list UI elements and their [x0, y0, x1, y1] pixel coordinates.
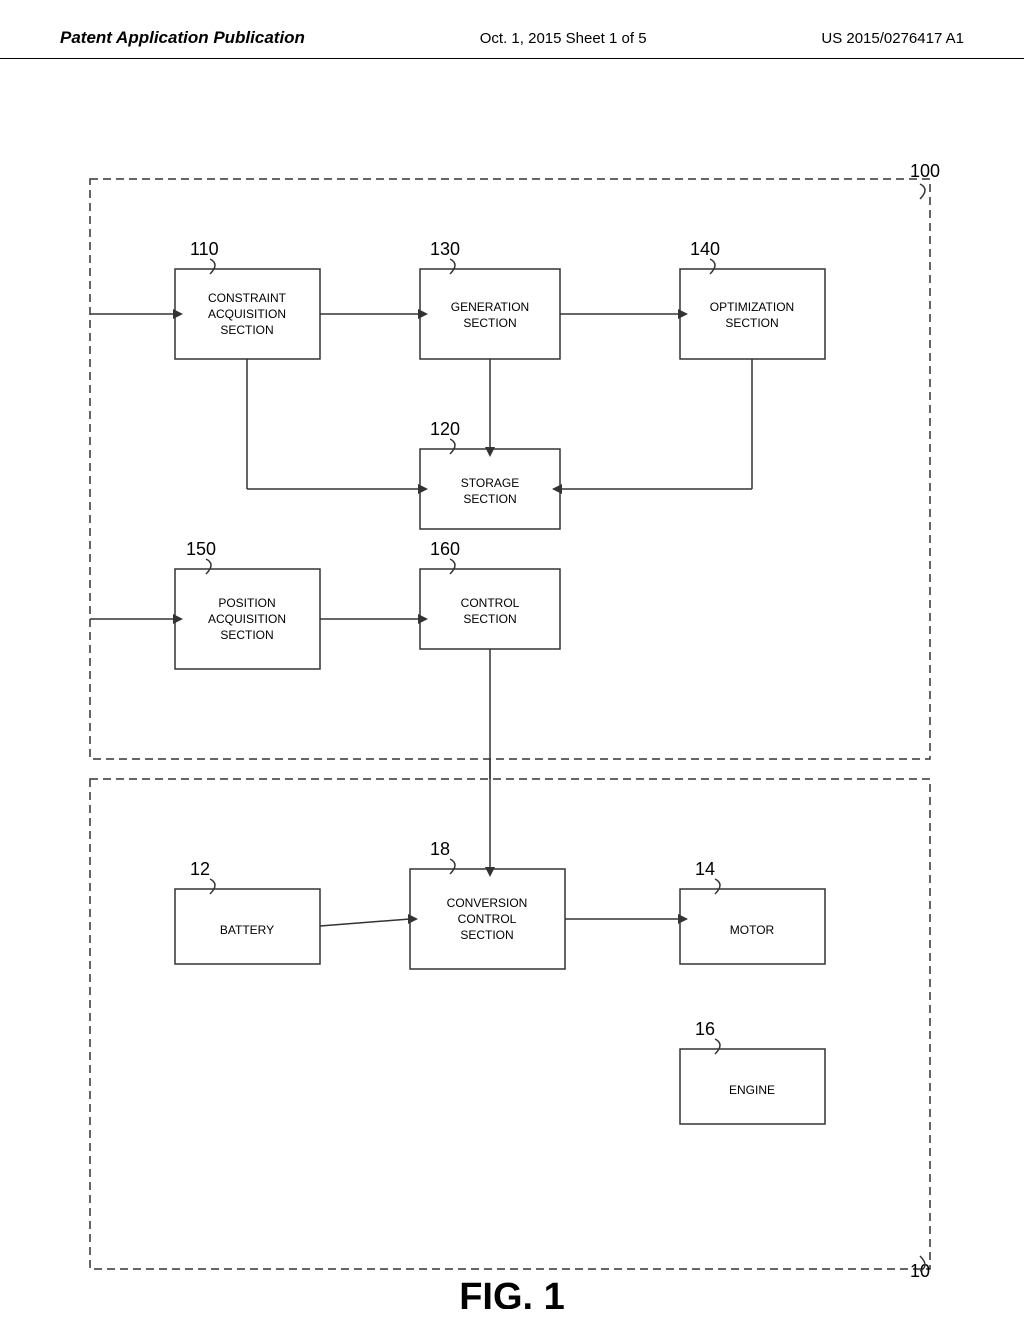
box-control-label: CONTROL [461, 596, 520, 610]
box-constraint-label: CONSTRAINT [208, 291, 287, 305]
diagram-area: 100 CONSTRAINT ACQUISITION SECTION 110 G… [0, 59, 1024, 1309]
svg-text:SECTION: SECTION [463, 316, 516, 330]
ref-120: 120 [430, 419, 460, 439]
svg-text:ACQUISITION: ACQUISITION [208, 307, 286, 321]
svg-text:SECTION: SECTION [220, 628, 273, 642]
ref-18: 18 [430, 839, 450, 859]
svg-text:SECTION: SECTION [460, 928, 513, 942]
box-generation-label: GENERATION [451, 300, 529, 314]
svg-text:SECTION: SECTION [725, 316, 778, 330]
ref-160: 160 [430, 539, 460, 559]
box-engine-label: ENGINE [729, 1083, 775, 1097]
diagram-svg: 100 CONSTRAINT ACQUISITION SECTION 110 G… [0, 59, 1024, 1309]
svg-text:SECTION: SECTION [463, 492, 516, 506]
fig-label: FIG. 1 [459, 1276, 565, 1309]
ref-130: 130 [430, 239, 460, 259]
svg-text:SECTION: SECTION [463, 612, 516, 626]
svg-text:ACQUISITION: ACQUISITION [208, 612, 286, 626]
box-optimization-label: OPTIMIZATION [710, 300, 794, 314]
ref-14: 14 [695, 859, 715, 879]
svg-text:CONTROL: CONTROL [458, 912, 517, 926]
ref-140: 140 [690, 239, 720, 259]
ref-12: 12 [190, 859, 210, 879]
header: Patent Application Publication Oct. 1, 2… [0, 0, 1024, 59]
date-sheet-label: Oct. 1, 2015 Sheet 1 of 5 [480, 30, 647, 47]
ref-100: 100 [910, 161, 940, 181]
box-conversion-label: CONVERSION [447, 896, 528, 910]
patent-number-label: US 2015/0276417 A1 [821, 30, 964, 47]
box-storage-label: STORAGE [461, 476, 519, 490]
ref-110: 110 [190, 239, 219, 259]
ref-16: 16 [695, 1019, 715, 1039]
box-motor-label: MOTOR [730, 923, 775, 937]
svg-text:SECTION: SECTION [220, 323, 273, 337]
ref-150: 150 [186, 539, 216, 559]
publication-label: Patent Application Publication [60, 28, 305, 48]
box-battery-label: BATTERY [220, 923, 274, 937]
box-position-label: POSITION [218, 596, 275, 610]
page: Patent Application Publication Oct. 1, 2… [0, 0, 1024, 1320]
